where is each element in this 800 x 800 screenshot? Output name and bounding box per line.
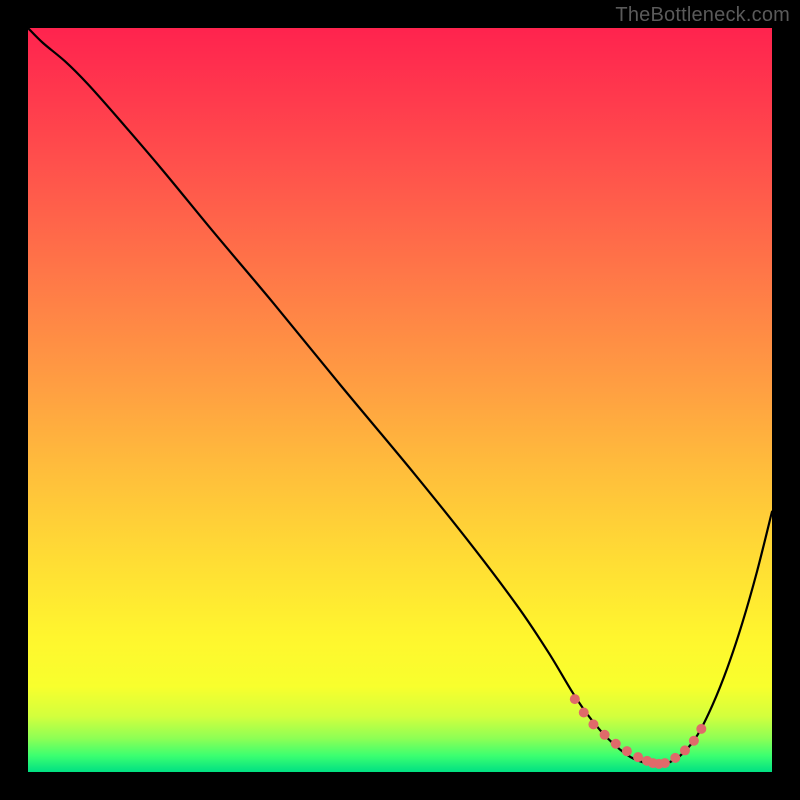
- optimal-dot: [696, 724, 706, 734]
- chart-svg: [28, 28, 772, 772]
- optimal-dot: [579, 707, 589, 717]
- chart-frame: TheBottleneck.com: [0, 0, 800, 800]
- optimal-dot: [670, 753, 680, 763]
- optimal-dot: [600, 730, 610, 740]
- optimal-dot: [689, 736, 699, 746]
- optimal-dot: [611, 739, 621, 749]
- optimal-dot: [660, 758, 670, 768]
- optimal-dot: [680, 745, 690, 755]
- optimal-dot: [633, 752, 643, 762]
- optimal-dot: [622, 746, 632, 756]
- bottleneck-chart: [28, 28, 772, 772]
- watermark-text: TheBottleneck.com: [615, 4, 790, 27]
- gradient-background: [28, 28, 772, 772]
- optimal-dot: [588, 719, 598, 729]
- optimal-dot: [570, 694, 580, 704]
